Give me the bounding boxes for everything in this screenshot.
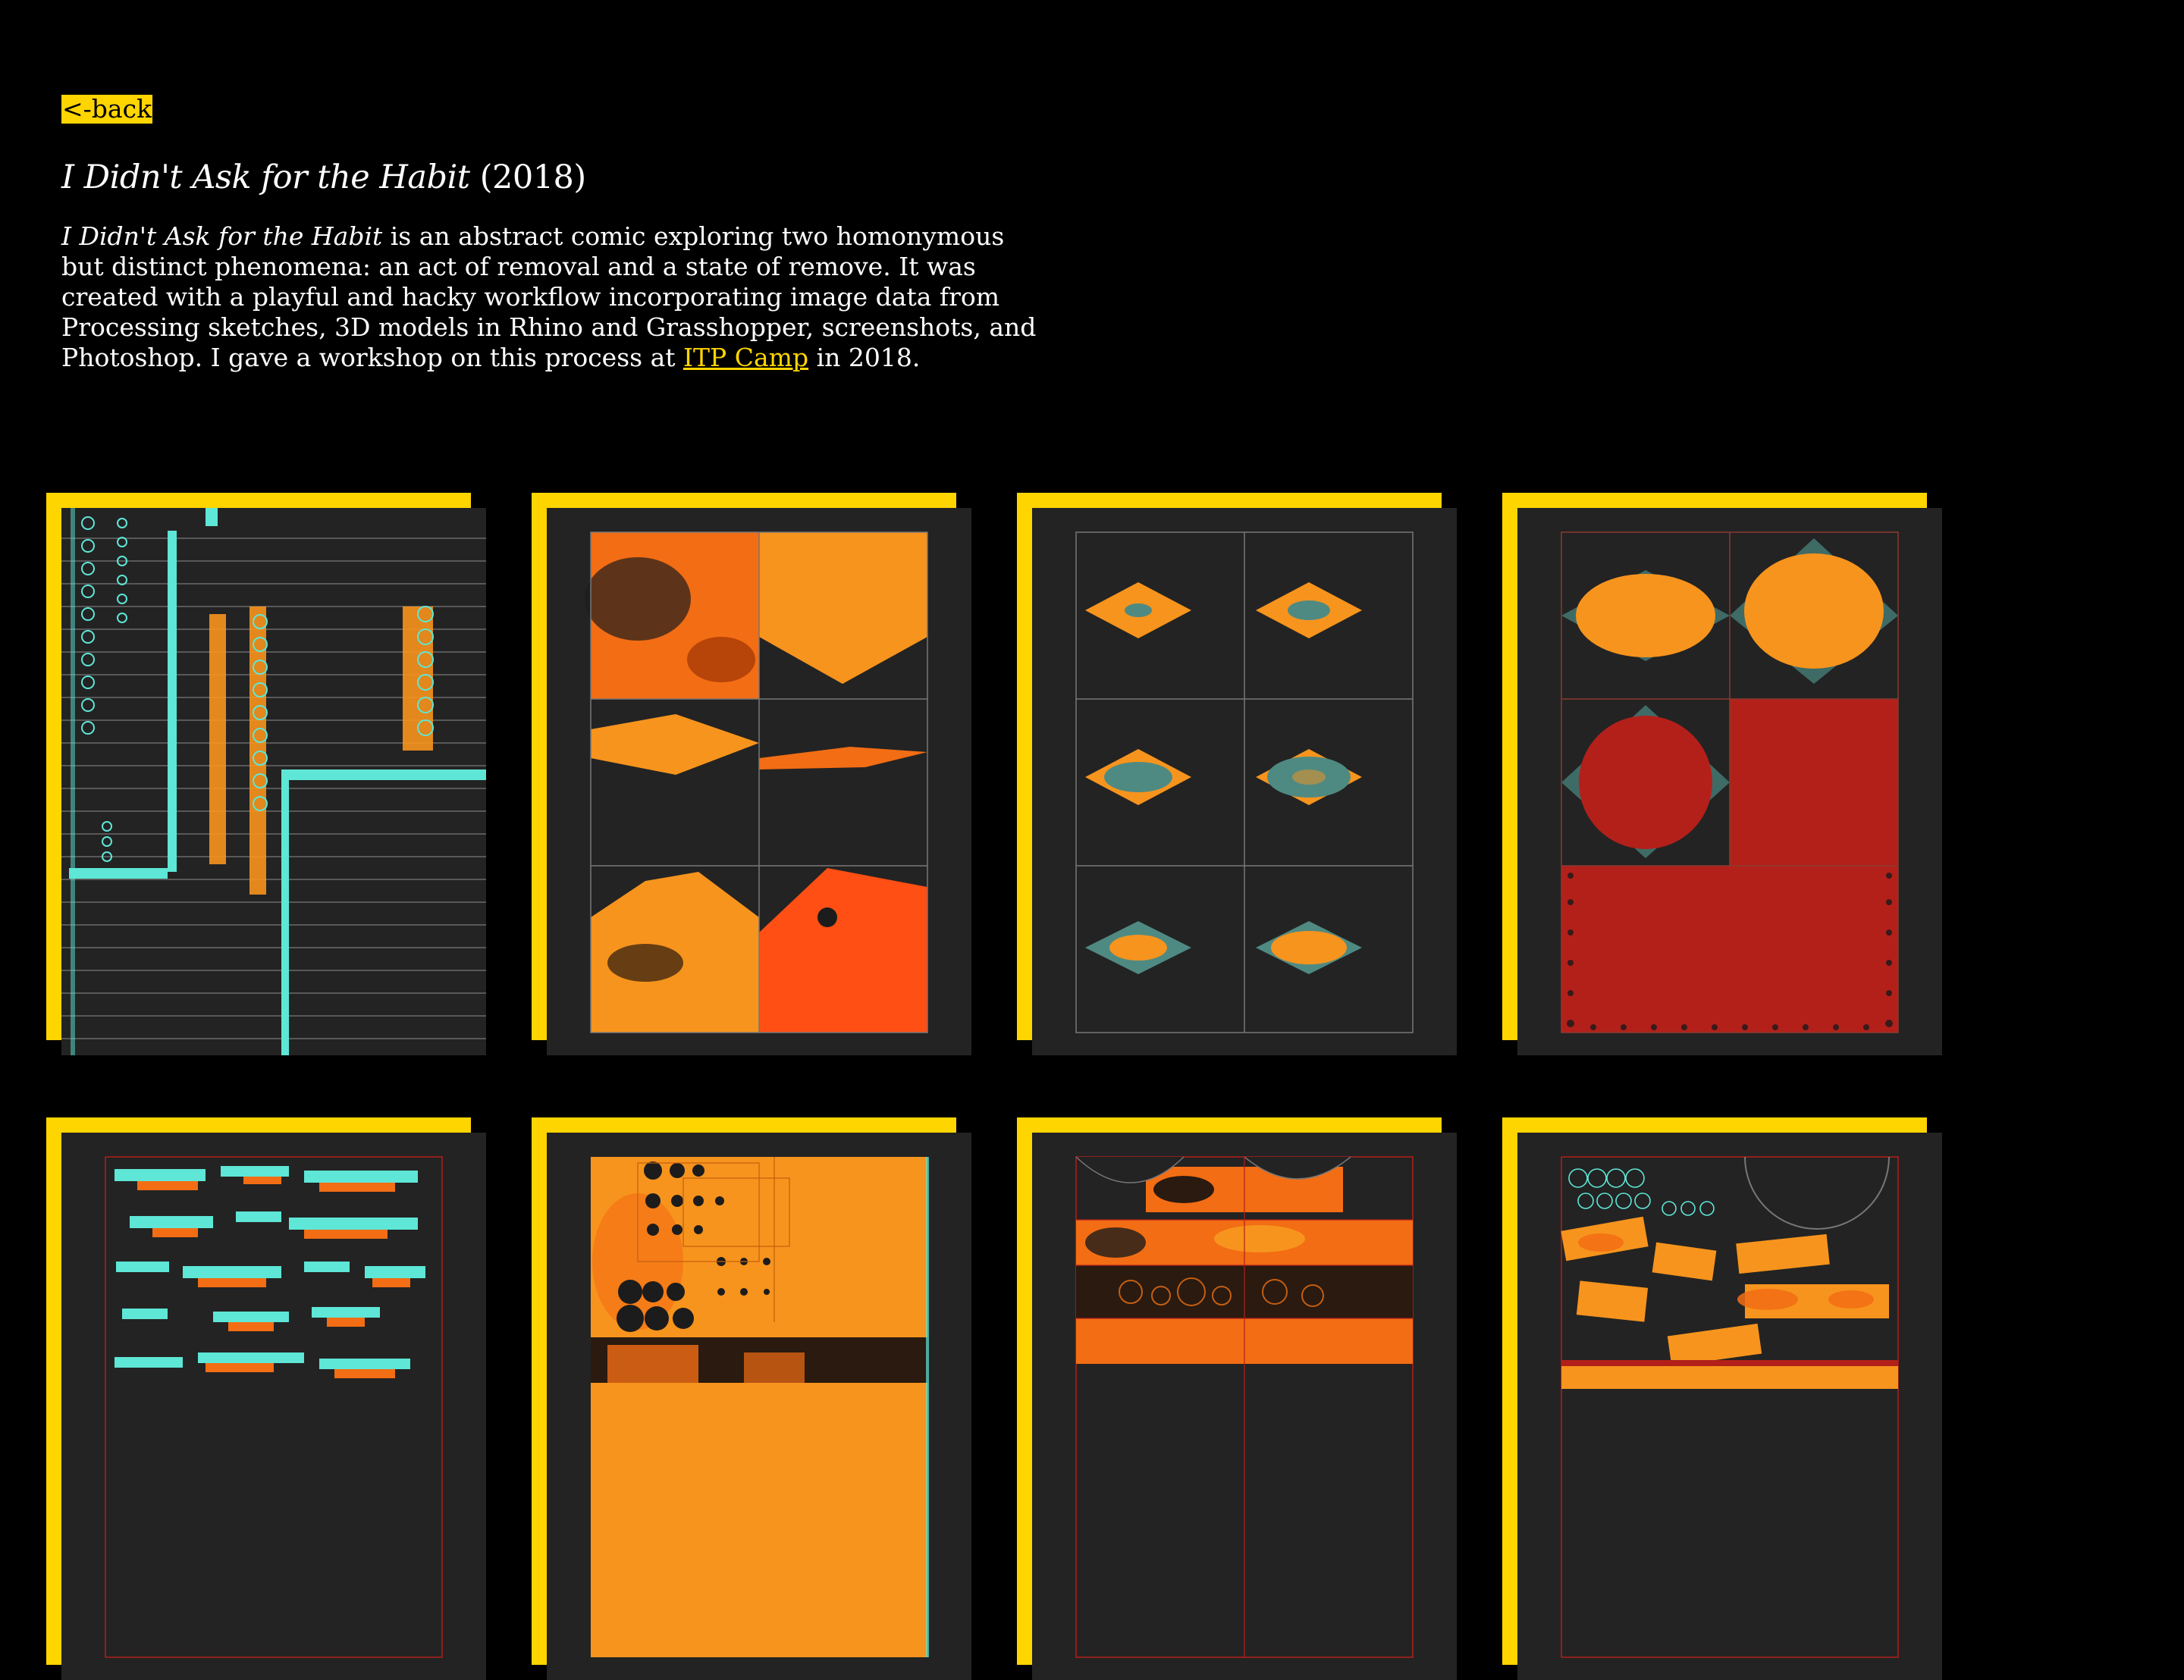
comic-page-5-art bbox=[105, 1156, 443, 1658]
comic-page-6-art bbox=[591, 1157, 929, 1657]
description-title-ref: I Didn't Ask for the Habit bbox=[61, 221, 383, 251]
comic-page-3-image bbox=[1032, 508, 1457, 1055]
comic-page-6-image bbox=[547, 1133, 971, 1680]
comic-page-3-art bbox=[1075, 531, 1414, 1033]
project-year: (2018) bbox=[479, 158, 586, 196]
comic-page-8-art bbox=[1561, 1156, 1899, 1658]
gallery-item-5[interactable] bbox=[46, 1117, 486, 1680]
gallery-item-7[interactable] bbox=[1017, 1117, 1457, 1680]
gallery-item-1[interactable] bbox=[46, 493, 486, 1055]
project-title: I Didn't Ask for the Habit bbox=[61, 158, 470, 196]
gallery-item-8[interactable] bbox=[1502, 1117, 1942, 1680]
comic-page-1-art bbox=[61, 508, 486, 1055]
gallery-item-3[interactable] bbox=[1017, 493, 1457, 1055]
gallery-item-4[interactable] bbox=[1502, 493, 1942, 1055]
gallery-item-2[interactable] bbox=[532, 493, 971, 1055]
comic-page-7-art bbox=[1075, 1156, 1414, 1658]
comic-page-7-image bbox=[1032, 1133, 1457, 1680]
comic-page-4-art bbox=[1561, 531, 1899, 1033]
comic-page-2-art bbox=[585, 531, 928, 1033]
project-description: I Didn't Ask for the Habit is an abstrac… bbox=[61, 221, 1040, 373]
back-link[interactable]: <-back bbox=[61, 95, 153, 124]
comic-page-2-image bbox=[547, 508, 971, 1055]
description-tail: in 2018. bbox=[808, 343, 921, 372]
comic-page-5-image bbox=[61, 1133, 486, 1680]
comic-page-8-image bbox=[1517, 1133, 1942, 1680]
comic-page-4-image bbox=[1517, 508, 1942, 1055]
comic-page-1-image bbox=[61, 508, 486, 1055]
itp-camp-link[interactable]: ITP Camp bbox=[683, 343, 808, 372]
gallery-item-6[interactable] bbox=[532, 1117, 971, 1680]
page-title: I Didn't Ask for the Habit (2018) bbox=[61, 156, 586, 199]
